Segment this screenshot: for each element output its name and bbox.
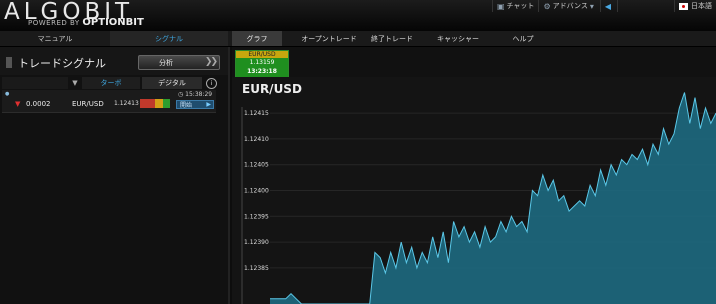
tab-signal[interactable]: シグナル	[110, 31, 228, 46]
top-bar: ALGOBIT POWERED BY OPTIONBIT ▣ チャット ⚙ アド…	[0, 0, 716, 31]
tab-open-trades[interactable]: オープントレード	[288, 31, 370, 46]
signal-time-text: 15:38:29	[185, 91, 213, 98]
signal-panel: トレードシグナル 分析 ❯❯ ▼ ターボ デジタル i ● ▼ 0.0002 E…	[0, 47, 230, 304]
start-label: 開始	[180, 102, 193, 109]
series-area	[270, 92, 716, 304]
optionbit-brand: OPTIONBIT	[82, 17, 144, 28]
japan-flag-icon	[679, 2, 688, 10]
signal-value: 0.0002	[26, 100, 51, 108]
down-arrow-icon: ▼	[15, 100, 21, 108]
powered-by: POWERED BY OPTIONBIT	[28, 17, 144, 28]
signal-pair: EUR/USD	[72, 100, 104, 108]
language-menu[interactable]: 日本語	[674, 0, 716, 12]
tab-closed-trades[interactable]: 終了トレード	[366, 31, 418, 46]
chart-panel: EUR/USD 1.13159 13:23:18 EUR/USD 1.12385…	[232, 47, 716, 304]
y-tick-label: 1.12400	[244, 188, 269, 195]
strength-bar	[140, 99, 148, 108]
chat-icon: ▣	[496, 1, 505, 11]
signal-strength-bars	[140, 99, 170, 108]
gear-icon: ⚙	[543, 1, 551, 11]
speaker-icon: ◀	[604, 1, 611, 11]
quote-rate: 1.13159	[236, 58, 288, 67]
y-tick-label: 1.12415	[244, 110, 269, 117]
strength-bar	[155, 99, 163, 108]
dropdown-arrow-icon[interactable]: ▼	[70, 77, 80, 89]
play-arrow-icon: ▶	[206, 101, 211, 108]
tab-graph[interactable]: グラフ	[232, 31, 282, 46]
chat-label: チャット	[506, 2, 535, 10]
signal-title: トレードシグナル	[18, 57, 106, 70]
y-tick-label: 1.12390	[244, 239, 269, 246]
signal-time: ◷ 15:38:29	[178, 91, 212, 98]
advance-menu[interactable]: ⚙ アドバンス ▾	[538, 0, 599, 12]
chat-menu[interactable]: ▣ チャット	[491, 0, 539, 12]
language-label: 日本語	[691, 2, 712, 10]
algobit-logo: ALGOBIT POWERED BY OPTIONBIT	[4, 0, 174, 31]
quote-pair: EUR/USD	[236, 51, 288, 58]
advance-label: アドバンス	[552, 2, 588, 10]
subtab-blank	[2, 77, 68, 89]
double-chevron-icon: ❯❯	[204, 57, 218, 67]
tab-digital[interactable]: デジタル	[142, 77, 202, 89]
sound-toggle[interactable]: ◀	[599, 0, 617, 12]
top-menu-blank	[617, 0, 674, 12]
price-chart[interactable]: EUR/USD 1.12385 1.12390 1.12395 1.12400 1.12…	[232, 77, 716, 304]
y-tick-label: 1.12395	[244, 213, 269, 220]
strength-bar	[162, 99, 170, 108]
top-menu: ▣ チャット ⚙ アドバンス ▾ ◀ 日本語	[491, 0, 716, 12]
price-chart-svg: 1.12385 1.12390 1.12395 1.12400 1.12405 1.124…	[241, 92, 716, 304]
quote-box[interactable]: EUR/USD 1.13159 13:23:18	[235, 50, 289, 78]
y-tick-label: 1.12405	[244, 162, 269, 169]
tab-cashier[interactable]: キャッシャー	[428, 31, 488, 46]
header-marker	[6, 57, 12, 68]
y-tick-label: 1.12385	[244, 265, 269, 272]
tab-turbo[interactable]: ターボ	[82, 77, 140, 89]
tab-manual[interactable]: マニュアル	[0, 31, 110, 46]
chevron-down-icon: ▾	[589, 1, 594, 11]
info-icon[interactable]: i	[206, 78, 217, 89]
analysis-label: 分析	[159, 58, 173, 67]
powered-by-text: POWERED BY	[28, 19, 80, 27]
analysis-button[interactable]: 分析 ❯❯	[138, 55, 220, 70]
signal-header: トレードシグナル 分析 ❯❯	[0, 47, 228, 75]
signal-subtabs: ▼ ターボ デジタル i	[0, 77, 228, 89]
bullet-icon: ●	[5, 91, 10, 97]
signal-rate: 1.12413	[114, 100, 139, 107]
signal-row[interactable]: ● ▼ 0.0002 EUR/USD 1.12413 ◷ 15:38:29 開始…	[2, 90, 216, 113]
y-tick-label: 1.12410	[244, 136, 269, 143]
tab-help[interactable]: ヘルプ	[500, 31, 546, 46]
start-button[interactable]: 開始 ▶	[176, 100, 214, 109]
quote-time: 13:23:18	[236, 67, 288, 77]
nav-row: マニュアル シグナル グラフ オープントレード 終了トレード キャッシャー ヘル…	[0, 31, 716, 47]
clock-icon: ◷	[178, 91, 184, 98]
strength-bar	[147, 99, 155, 108]
